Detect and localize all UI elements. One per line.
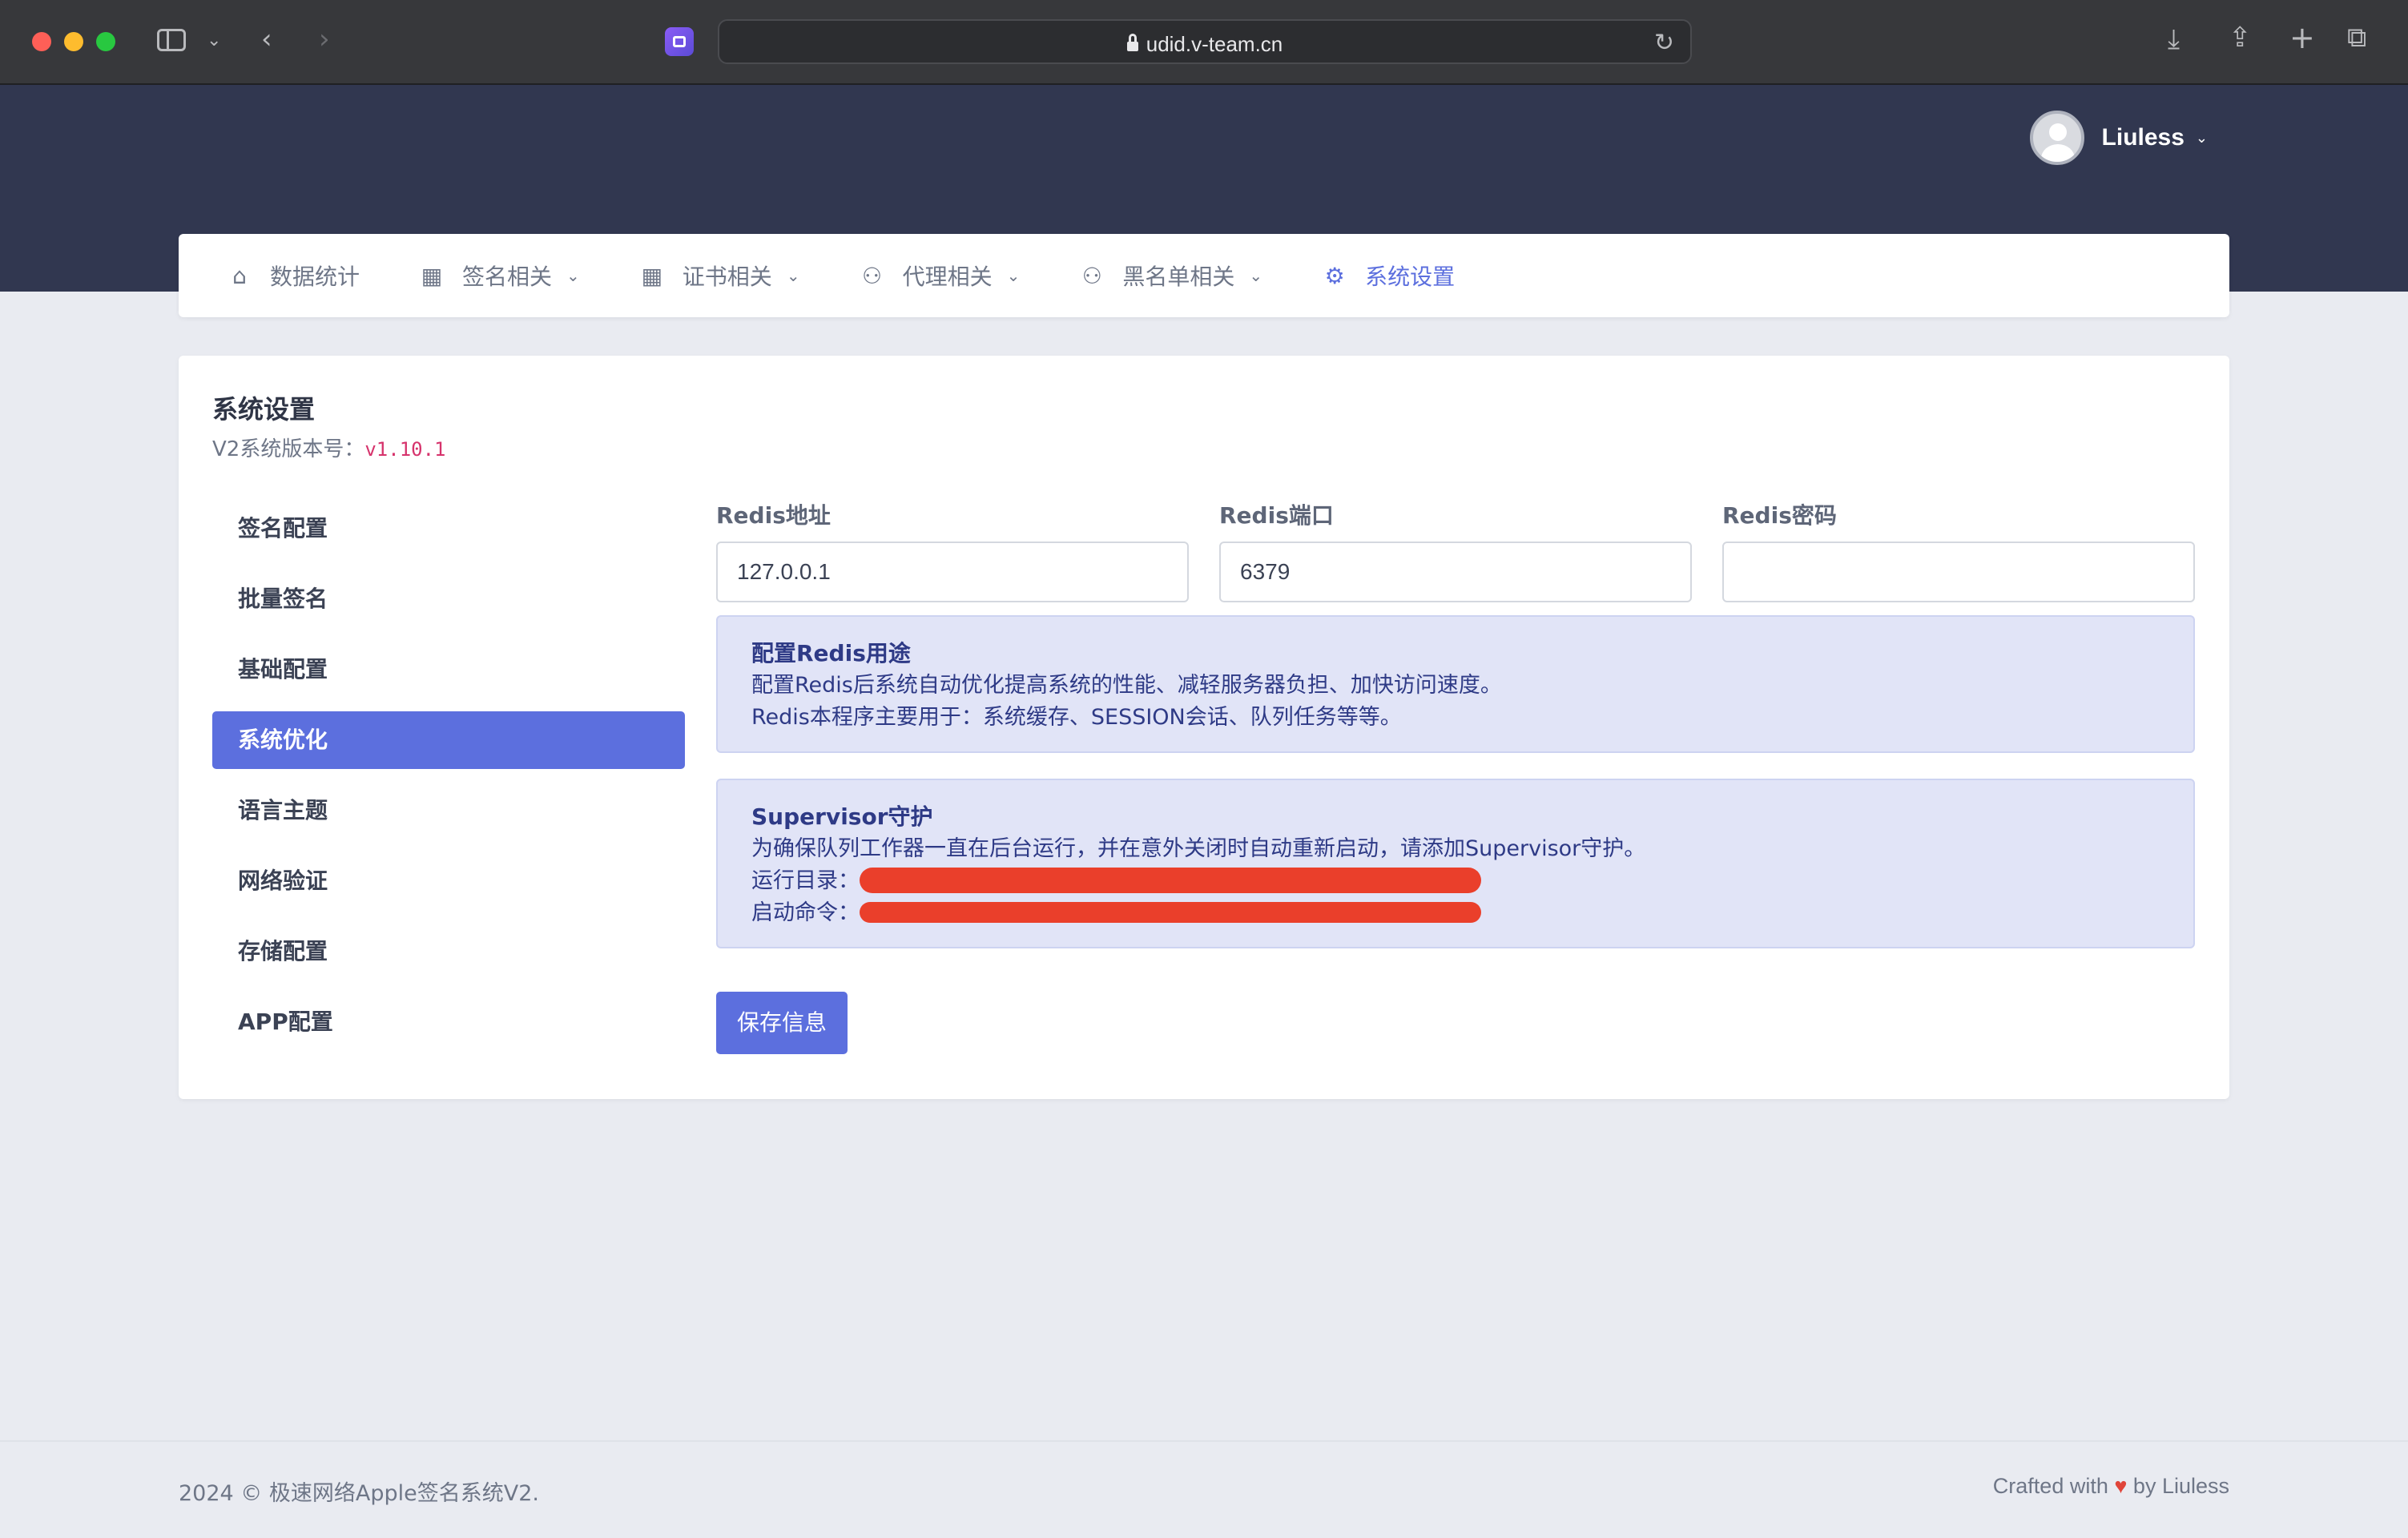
redis-host-input[interactable]: 127.0.0.1 — [716, 542, 1189, 602]
settings-card: 系统设置 V2系统版本号：v1.10.1 签名配置 批量签名 基础配置 系统优化… — [179, 356, 2229, 1099]
side-item-storage-config[interactable]: 存储配置 — [212, 923, 685, 980]
browser-chrome: ⌄ ‹ › udid.v-team.cn ↻ ⤓ ⇪ + ⧉ — [0, 0, 2408, 85]
footer: 2024 © 极速网络Apple签名系统V2. Crafted with ♥ b… — [0, 1440, 2408, 1538]
redis-info-line: 配置Redis后系统自动优化提高系统的性能、减轻服务器负担、加快访问速度。 — [751, 673, 1502, 698]
settings-side-menu: 签名配置 批量签名 基础配置 系统优化 语言主题 网络验证 存储配置 APP配置 — [212, 500, 685, 1064]
nav-item-stats[interactable]: ⌂ 数据统计 — [228, 260, 360, 292]
supervisor-info-alert: Supervisor守护 为确保队列工作器一直在后台运行，并在意外关闭时自动重新… — [716, 779, 2195, 948]
side-item-basic-config[interactable]: 基础配置 — [212, 641, 685, 699]
side-item-system-optimize[interactable]: 系统优化 — [212, 711, 685, 769]
side-item-network-verify[interactable]: 网络验证 — [212, 852, 685, 910]
page-title: 系统设置 — [212, 394, 316, 425]
redis-info-title: 配置Redis用途 — [751, 640, 911, 666]
redis-port-input[interactable]: 6379 — [1219, 542, 1692, 602]
gear-icon: ⚙ — [1324, 262, 1345, 289]
nav-label: 签名相关 — [462, 264, 553, 290]
nav-item-signing[interactable]: ▦ 签名相关 ⌄ — [421, 260, 580, 292]
version-number: v1.10.1 — [364, 438, 446, 461]
redis-info-alert: 配置Redis用途 配置Redis后系统自动优化提高系统的性能、减轻服务器负担、… — [716, 615, 2195, 753]
supervisor-info-title: Supervisor守护 — [751, 803, 933, 830]
run-dir-row: 运行目录： — [751, 865, 2160, 897]
nav-item-certificates[interactable]: ▦ 证书相关 ⌄ — [641, 260, 800, 292]
address-bar[interactable]: udid.v-team.cn ↻ — [718, 19, 1692, 64]
chevron-down-icon: ⌄ — [786, 266, 800, 285]
save-button[interactable]: 保存信息 — [716, 992, 848, 1054]
redis-port-label: Redis端口 — [1219, 502, 1334, 529]
chevron-down-icon: ⌄ — [1006, 266, 1021, 285]
footer-credit: Crafted with ♥ by Liuless — [1993, 1474, 2229, 1499]
footer-crafted-suffix: by Liuless — [2132, 1474, 2229, 1498]
reload-icon[interactable]: ↻ — [1654, 29, 1674, 57]
avatar[interactable] — [2029, 111, 2084, 165]
nav-item-blacklist[interactable]: ⚇ 黑名单相关 ⌄ — [1081, 260, 1262, 292]
nav-item-agents[interactable]: ⚇ 代理相关 ⌄ — [861, 260, 1021, 292]
url-text: udid.v-team.cn — [1146, 32, 1283, 56]
nav-label: 证书相关 — [682, 264, 772, 290]
nav-item-system-settings[interactable]: ⚙ 系统设置 — [1323, 260, 1456, 292]
supervisor-info-line: 为确保队列工作器一直在后台运行，并在意外关闭时自动重新启动，请添加Supervi… — [751, 836, 1646, 861]
start-cmd-label: 启动命令： — [751, 900, 860, 925]
heart-icon: ♥ — [2114, 1474, 2128, 1498]
chevron-down-icon[interactable]: ⌄ — [207, 27, 221, 54]
redis-host-field: Redis地址 127.0.0.1 — [716, 500, 1189, 602]
redaction-mark — [860, 901, 1481, 923]
chevron-down-icon: ⌄ — [566, 266, 580, 285]
chevron-down-icon: ⌄ — [1249, 266, 1263, 285]
extension-icon[interactable] — [665, 27, 694, 56]
redis-password-label: Redis密码 — [1722, 502, 1837, 529]
new-tab-icon[interactable]: + — [2289, 22, 2315, 53]
sidebar-toggle-icon[interactable] — [157, 29, 186, 51]
redaction-mark — [860, 867, 1481, 893]
run-dir-label: 运行目录： — [751, 868, 860, 893]
fullscreen-window-button[interactable] — [96, 32, 115, 51]
grid-icon: ▦ — [421, 262, 443, 289]
share-icon[interactable]: ⇪ — [2229, 24, 2252, 51]
minimize-window-button[interactable] — [64, 32, 83, 51]
side-item-batch-sign[interactable]: 批量签名 — [212, 570, 685, 628]
redis-info-line: Redis本程序主要用于：系统缓存、SESSION会话、队列任务等等。 — [751, 705, 1402, 730]
side-item-app-config[interactable]: APP配置 — [212, 993, 685, 1051]
users-icon: ⚇ — [1081, 262, 1102, 289]
home-icon: ⌂ — [232, 262, 247, 289]
version-label: V2系统版本号： — [212, 437, 365, 461]
nav-label: 黑名单相关 — [1122, 264, 1235, 290]
nav-label: 数据统计 — [270, 264, 360, 290]
redis-host-label: Redis地址 — [716, 502, 831, 529]
version-line: V2系统版本号：v1.10.1 — [212, 433, 446, 462]
side-item-language-theme[interactable]: 语言主题 — [212, 782, 685, 839]
close-window-button[interactable] — [32, 32, 51, 51]
download-icon[interactable]: ⤓ — [2168, 26, 2180, 53]
side-item-sign-config[interactable]: 签名配置 — [212, 500, 685, 558]
redis-password-field: Redis密码 — [1722, 500, 2195, 602]
nav-label: 系统设置 — [1365, 264, 1456, 290]
nav-label: 代理相关 — [902, 264, 993, 290]
start-cmd-row: 启动命令： — [751, 897, 2160, 929]
chevron-down-icon[interactable]: ⌄ — [2196, 130, 2208, 147]
forward-icon[interactable]: › — [319, 26, 330, 53]
redis-port-field: Redis端口 6379 — [1219, 500, 1692, 602]
back-icon[interactable]: ‹ — [261, 26, 272, 53]
tabs-overview-icon[interactable]: ⧉ — [2347, 24, 2366, 51]
lock-icon — [1126, 34, 1138, 51]
grid-icon: ▦ — [641, 262, 663, 289]
footer-crafted-prefix: Crafted with — [1992, 1474, 2108, 1498]
users-icon: ⚇ — [862, 262, 883, 289]
footer-copyright: 2024 © 极速网络Apple签名系统V2. — [179, 1481, 539, 1506]
user-menu[interactable]: Liuless ⌄ — [2029, 111, 2208, 165]
main-nav: ⌂ 数据统计 ▦ 签名相关 ⌄ ▦ 证书相关 ⌄ ⚇ 代理相关 ⌄ ⚇ 黑名单相… — [179, 234, 2229, 317]
user-name[interactable]: Liuless — [2102, 124, 2185, 151]
redis-password-input[interactable] — [1722, 542, 2195, 602]
